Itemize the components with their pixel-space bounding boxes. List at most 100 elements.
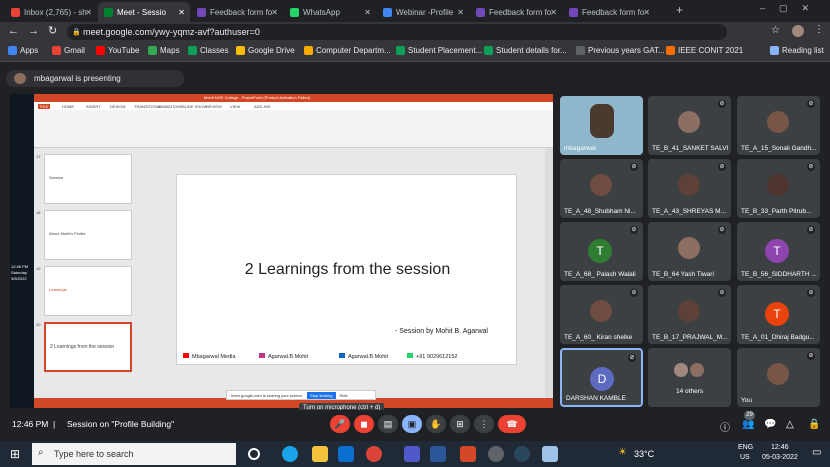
more-options-button[interactable]: ⋮ (474, 415, 494, 433)
present-button[interactable]: ▣ (402, 415, 422, 433)
bookmark-item[interactable]: Google Drive (236, 46, 295, 55)
ppt-ribbon-tab[interactable]: ANIMATIONS (158, 104, 183, 109)
mic-muted-icon: ⊘ (630, 163, 638, 171)
activities-icon[interactable]: △ (786, 419, 794, 430)
mic-off-button[interactable]: 🎤 (330, 415, 350, 433)
tab-close-icon[interactable]: ✕ (178, 8, 185, 17)
ppt-slide-thumbnail[interactable]: 2 Learnings from the session (44, 322, 132, 372)
camera-off-button[interactable]: ◼ (354, 415, 374, 433)
bookmark-item[interactable]: Maps (148, 46, 180, 55)
participant-tile[interactable]: ⊘ TE_B_41_SANKET SALVI (648, 96, 731, 155)
ppt-ribbon-tab[interactable]: SLIDE SHOW (182, 104, 207, 109)
star-icon[interactable]: ☆ (771, 25, 780, 36)
notification-icon[interactable]: ▭ (812, 447, 821, 458)
participant-tile[interactable]: T ⊘ TE_A_68_ Palash Walali (560, 222, 643, 281)
settings-icon[interactable] (488, 446, 504, 462)
bookmark-item[interactable]: Reading list (770, 46, 824, 55)
bookmark-item[interactable]: Student details for... (484, 46, 567, 55)
slide-footer-text: +91 9029612152 (416, 354, 458, 360)
people-icon[interactable]: 👥 (742, 419, 754, 430)
steam-icon[interactable] (514, 446, 530, 462)
participant-tile[interactable]: ⊘ You (737, 348, 820, 407)
participant-tile[interactable]: mbagarwal (560, 96, 643, 155)
ppt-ribbon-tab[interactable]: FILE (38, 104, 51, 109)
ppt-slide-thumbnail[interactable]: About Mohit's Profile (44, 210, 132, 260)
captions-button[interactable]: ▤ (378, 415, 398, 433)
tab-close-icon[interactable]: ✕ (550, 8, 557, 17)
participant-tile[interactable]: ⊘ TE_A_15_Sonali Gandh... (737, 96, 820, 155)
browser-tab[interactable]: WhatsApp ✕ (284, 2, 376, 22)
chat-icon[interactable]: 💬 (764, 419, 776, 430)
ppt-scrollbar[interactable] (545, 148, 553, 398)
tab-close-icon[interactable]: ✕ (643, 8, 650, 17)
word-icon[interactable] (430, 446, 446, 462)
stop-sharing-button[interactable]: Stop sharing (307, 391, 336, 399)
powerpoint-icon[interactable] (460, 446, 476, 462)
ppt-slide-thumbnail[interactable]: Learnings (44, 266, 132, 316)
participant-avatar (678, 300, 700, 322)
menu-icon[interactable]: ⋮ (814, 24, 824, 35)
profile-avatar[interactable] (792, 25, 804, 37)
ppt-ribbon-tab[interactable]: HOME (62, 104, 74, 109)
participant-tile[interactable]: ⊘ TE_A_48_Shubham Ni... (560, 159, 643, 218)
browser-tab[interactable]: Meet - Sessio ✕ (98, 2, 190, 22)
bookmark-item[interactable]: Student Placement... (396, 46, 482, 55)
ppt-ribbon-tab[interactable]: DESIGN (110, 104, 125, 109)
bookmark-item[interactable]: Computer Departm... (304, 46, 391, 55)
leave-call-button[interactable]: ☎ (498, 415, 526, 433)
participant-tile[interactable]: ⊘ TE_B_33_Parth Pitrub... (737, 159, 820, 218)
new-tab-button[interactable]: + (676, 3, 683, 17)
participant-tile[interactable]: ⊘ TE_A_60_ Kiran shelke (560, 285, 643, 344)
chrome-icon[interactable] (366, 446, 382, 462)
mic-muted-icon: ⊘ (718, 289, 726, 297)
tab-close-icon[interactable]: ✕ (85, 8, 92, 17)
bookmark-item[interactable]: Gmail (52, 46, 85, 55)
store-icon[interactable] (338, 446, 354, 462)
browser-tab[interactable]: Feedback form fo ✕ (563, 2, 655, 22)
participant-tile[interactable]: ⊘ TE_B_64 Yash Tiwari (648, 222, 731, 281)
window-controls[interactable]: –▢✕ (760, 3, 823, 14)
teams-icon[interactable] (404, 446, 420, 462)
ppt-slide-thumbnail[interactable]: Session (44, 154, 132, 204)
participant-tile[interactable]: ⊘ TE_B_17_PRAJWAL_M... (648, 285, 731, 344)
explorer-icon[interactable] (312, 446, 328, 462)
ppt-ribbon-tab[interactable]: REVIEW (206, 104, 222, 109)
participant-avatar (767, 174, 789, 196)
taskbar-search-box[interactable]: ⌕ Type here to search (32, 443, 236, 465)
presenter-chip[interactable]: mbagarwal is presenting (6, 70, 184, 87)
bookmark-item[interactable]: IEEE CONIT 2021 (666, 46, 743, 55)
hide-button[interactable]: Hide (340, 393, 348, 398)
address-bar[interactable]: 🔒 meet.google.com/ywy-yqmz-avf?authuser=… (67, 24, 727, 40)
participant-tile[interactable]: D ⊘ DARSHAN KAMBLE (560, 348, 643, 407)
participant-tile[interactable]: T ⊘ TE_B_56_SIDDHARTH ... (737, 222, 820, 281)
tab-close-icon[interactable]: ✕ (457, 8, 464, 17)
ppt-ribbon-tab[interactable]: ADD-INS (254, 104, 270, 109)
browser-tab[interactable]: Feedback form fo ✕ (191, 2, 283, 22)
bookmark-item[interactable]: Apps (8, 46, 38, 55)
browser-tab[interactable]: Feedback form fo ✕ (470, 2, 562, 22)
present-now-button[interactable]: ⊞ (450, 415, 470, 433)
tab-close-icon[interactable]: ✕ (271, 8, 278, 17)
participant-tile[interactable]: ⊘ TE_A_43_SHREYAS M... (648, 159, 731, 218)
info-icon[interactable]: ⓘ (720, 419, 730, 434)
reload-icon[interactable]: ↻ (48, 24, 57, 37)
participant-tile[interactable]: T ⊘ TE_A_01_Dhiraj Badgu... (737, 285, 820, 344)
browser-tab[interactable]: Inbox (2,765) - sh ✕ (5, 2, 97, 22)
notepad-icon[interactable] (542, 446, 558, 462)
edge-icon[interactable] (282, 446, 298, 462)
ppt-ribbon-tab[interactable]: TRANSITIONS (134, 104, 161, 109)
start-icon[interactable]: ⊞ (10, 447, 20, 461)
bookmark-item[interactable]: Classes (188, 46, 228, 55)
back-icon[interactable]: ← (8, 25, 19, 37)
participant-tile[interactable]: 14 others (648, 348, 731, 407)
bookmark-item[interactable]: YouTube (96, 46, 139, 55)
raise-hand-button[interactable]: ✋ (426, 415, 446, 433)
forward-icon[interactable]: → (28, 25, 39, 37)
tab-close-icon[interactable]: ✕ (364, 8, 371, 17)
browser-tab[interactable]: Webinar -Profile ✕ (377, 2, 469, 22)
ppt-ribbon-tab[interactable]: VIEW (230, 104, 240, 109)
bookmark-item[interactable]: Previous years GAT... (576, 46, 665, 55)
task-view-icon[interactable] (248, 448, 260, 460)
host-controls-icon[interactable]: 🔒 (808, 419, 820, 430)
ppt-ribbon-tab[interactable]: INSERT (86, 104, 101, 109)
